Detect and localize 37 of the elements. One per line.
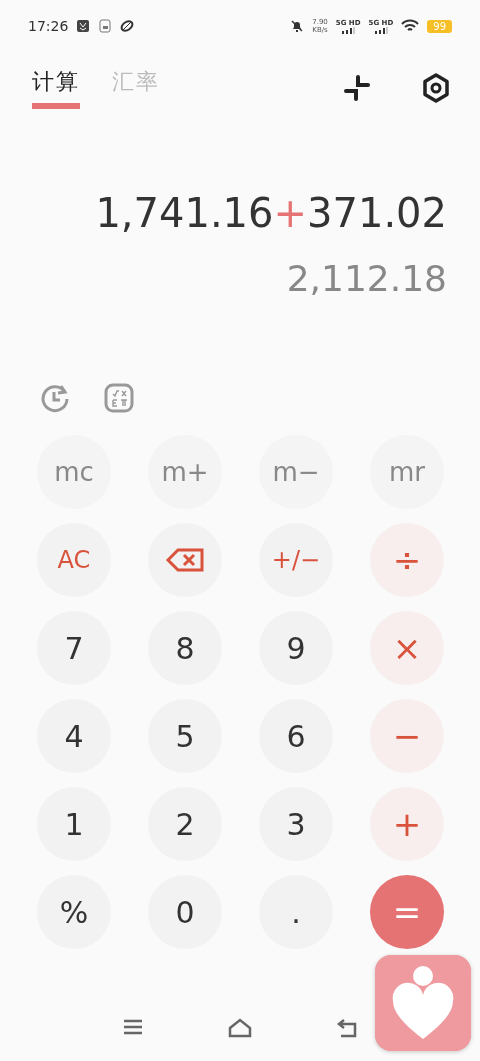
calculator-key[interactable]: + — [370, 787, 444, 861]
calculator-key[interactable]: − — [370, 699, 444, 773]
signal-icon — [340, 26, 357, 34]
calculator-key[interactable]: +/− — [259, 523, 333, 597]
home-icon[interactable] — [227, 1018, 253, 1038]
calculator-key[interactable]: 6 — [259, 699, 333, 773]
menu-icon[interactable] — [121, 1018, 144, 1036]
wifi-icon — [401, 19, 420, 33]
tab[interactable]: 计算 — [32, 67, 80, 109]
battery-level: 99 — [427, 19, 452, 33]
collapse-icon[interactable] — [344, 75, 370, 101]
calculator-key[interactable]: 7 — [37, 611, 111, 685]
calculator-key[interactable]: 5 — [148, 699, 222, 773]
history-icon[interactable] — [40, 383, 70, 413]
bell-muted-icon — [290, 19, 305, 33]
calculator-key[interactable]: 2 — [148, 787, 222, 861]
calculator-key[interactable]: AC — [37, 523, 111, 597]
expression-display: 1,741.16+371.02 — [94, 190, 447, 236]
back-icon[interactable] — [336, 1018, 359, 1038]
calculator-key[interactable]: 9 — [259, 611, 333, 685]
calculator-key[interactable]: 3 — [259, 787, 333, 861]
calculator-key[interactable]: 1 — [37, 787, 111, 861]
calculator-key[interactable]: % — [37, 875, 111, 949]
calculator-key[interactable]: 4 — [37, 699, 111, 773]
settings-icon[interactable] — [422, 73, 450, 103]
scientific-icon[interactable] — [104, 383, 134, 413]
app-icon — [76, 19, 91, 33]
status-time: 17:26 — [28, 18, 69, 34]
calculator-key[interactable]: 8 — [148, 611, 222, 685]
signal-icon — [372, 26, 389, 34]
calculator-key[interactable]: × — [370, 611, 444, 685]
result-display: 2,112.18 — [285, 258, 447, 299]
document-icon — [98, 19, 113, 33]
calculator-key[interactable]: 0 — [148, 875, 222, 949]
calculator-key[interactable]: . — [259, 875, 333, 949]
backspace-icon — [165, 547, 205, 573]
calculator-key[interactable]: ÷ — [370, 523, 444, 597]
